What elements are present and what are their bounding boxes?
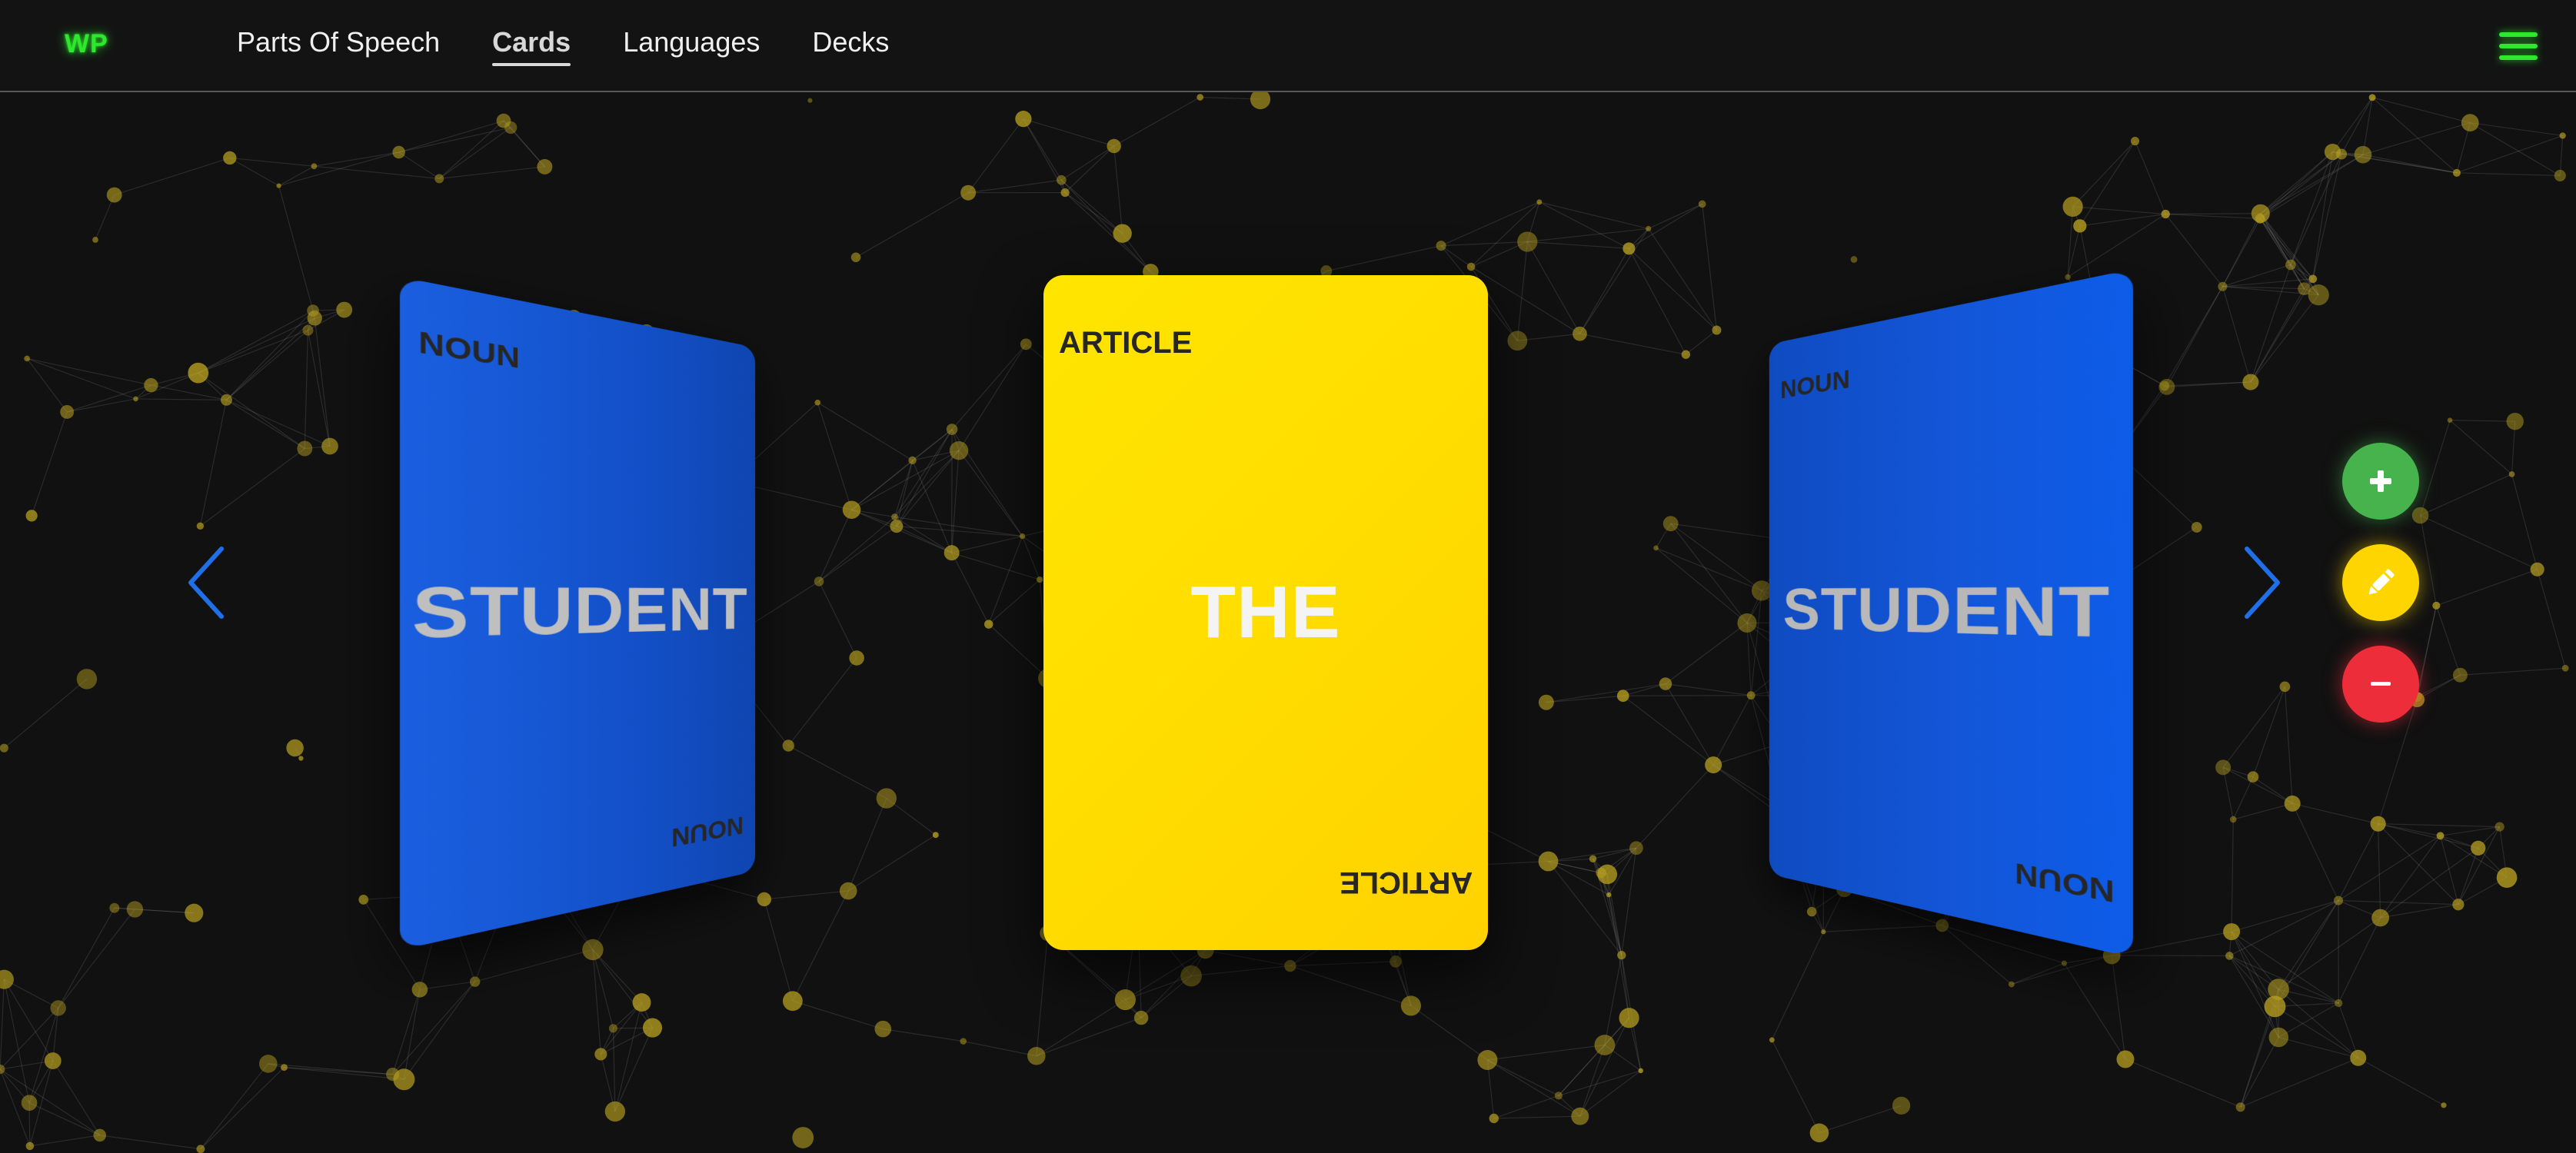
card-carousel: NOUN STUDENT NOUN ARTICLE THE ARTICLE NO… — [0, 0, 2576, 1153]
pencil-icon — [2368, 569, 2395, 595]
card-type-label: NOUN — [1780, 365, 1850, 404]
card-previous[interactable]: NOUN STUDENT NOUN — [400, 277, 756, 950]
card-type-label-inverted: ARTICLE — [1339, 866, 1473, 899]
card-type-label-inverted: NOUN — [671, 811, 744, 852]
card-word: THE — [1190, 571, 1341, 653]
card-word: STUDENT — [411, 572, 748, 654]
prev-arrow-icon[interactable] — [185, 544, 231, 621]
card-type-label: ARTICLE — [1059, 326, 1193, 360]
add-card-button[interactable] — [2342, 443, 2419, 520]
plus-icon — [2370, 470, 2391, 492]
card-word: STUDENT — [1782, 572, 2111, 653]
card-next[interactable]: NOUN STUDENT NOUN — [1769, 269, 2133, 958]
card-current[interactable]: ARTICLE THE ARTICLE — [1043, 275, 1488, 950]
minus-icon — [2371, 682, 2391, 686]
remove-card-button[interactable] — [2342, 646, 2419, 723]
edit-card-button[interactable] — [2342, 544, 2419, 621]
card-type-label: NOUN — [418, 326, 520, 375]
card-type-label-inverted: NOUN — [2015, 856, 2115, 909]
next-arrow-icon[interactable] — [2238, 544, 2284, 621]
